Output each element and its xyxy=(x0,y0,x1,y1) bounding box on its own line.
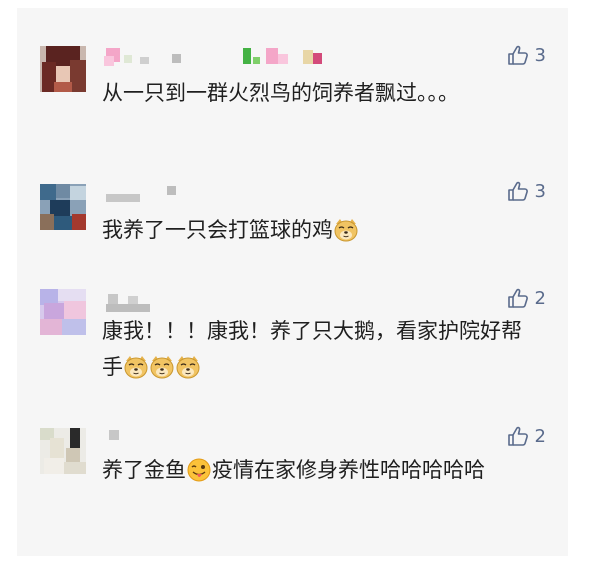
comment-text: 养了金鱼 疫情在家修身养性哈哈哈哈哈 xyxy=(102,452,542,488)
like-count: 3 xyxy=(534,180,546,202)
comment-text: 康我！！！康我！养了只大鹅，看家护院好帮手 xyxy=(102,313,542,385)
doge-emoji-icon xyxy=(123,354,149,379)
username-obscured xyxy=(103,186,203,204)
username-obscured xyxy=(103,48,343,66)
thumbs-up-icon xyxy=(507,44,529,66)
like-count: 2 xyxy=(534,425,546,447)
avatar[interactable] xyxy=(40,289,86,335)
thumbs-up-icon xyxy=(507,425,529,447)
like-button[interactable]: 3 xyxy=(507,44,546,66)
username-obscured xyxy=(103,294,163,312)
like-button[interactable]: 3 xyxy=(507,180,546,202)
doge-emoji-icon xyxy=(149,354,175,379)
comment-text-segment: 我养了一只会打篮球的鸡 xyxy=(102,218,333,242)
tongue-wink-emoji-icon xyxy=(186,457,212,482)
comment-text: 我养了一只会打篮球的鸡 xyxy=(102,212,542,248)
comment-text-segment: 养了金鱼 xyxy=(102,458,186,482)
like-count: 3 xyxy=(534,44,546,66)
doge-emoji-icon xyxy=(175,354,201,379)
like-count: 2 xyxy=(534,287,546,309)
like-button[interactable]: 2 xyxy=(507,287,546,309)
comment-text-segment: 从一只到一群火烈鸟的饲养者飘过。。。 xyxy=(102,81,459,105)
comment-panel: 3 从一只到一群火烈鸟的饲养者飘过。。。 3 我养了一只会打篮球的鸡 2 康我！… xyxy=(17,8,568,556)
thumbs-up-icon xyxy=(507,180,529,202)
doge-emoji-icon xyxy=(333,217,359,242)
avatar[interactable] xyxy=(40,428,86,474)
username-obscured xyxy=(103,430,133,448)
thumbs-up-icon xyxy=(507,287,529,309)
avatar[interactable] xyxy=(40,46,86,92)
comment-text-segment: 疫情在家修身养性哈哈哈哈哈 xyxy=(212,458,485,482)
like-button[interactable]: 2 xyxy=(507,425,546,447)
comment-text: 从一只到一群火烈鸟的饲养者飘过。。。 xyxy=(102,75,542,111)
avatar[interactable] xyxy=(40,184,86,230)
